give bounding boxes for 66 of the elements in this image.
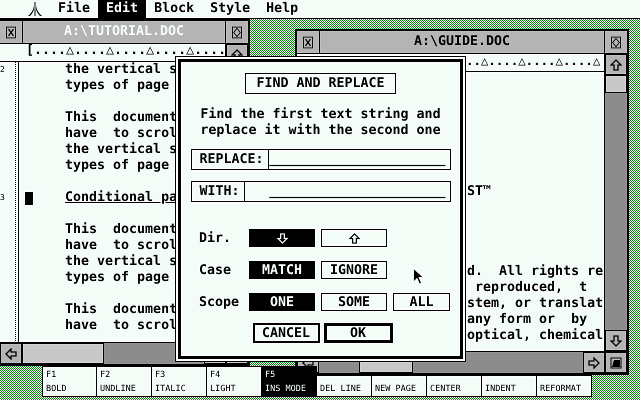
function-key[interactable]: NEW PAGE bbox=[372, 375, 427, 397]
option-button[interactable]: SOME bbox=[321, 293, 387, 311]
document-text: have to scrol bbox=[65, 126, 178, 142]
page-number: 2 bbox=[0, 65, 5, 74]
function-key[interactable]: INDENT bbox=[482, 375, 537, 397]
document-text: have to scrol bbox=[65, 318, 178, 334]
direction-button[interactable] bbox=[321, 229, 387, 247]
mouse-pointer-icon bbox=[413, 268, 424, 285]
vertical-scrollbar[interactable] bbox=[604, 54, 627, 351]
menu-item[interactable]: Help bbox=[258, 0, 306, 18]
document-text: This document bbox=[65, 222, 178, 238]
resize-handle-icon[interactable] bbox=[610, 356, 622, 368]
option-label: Dir. bbox=[199, 230, 232, 246]
option-label: Case bbox=[199, 262, 232, 278]
arrow-up-icon bbox=[348, 232, 360, 244]
document-text: any form or by bbox=[467, 312, 588, 328]
function-key[interactable]: CENTER bbox=[427, 375, 482, 397]
arrow-up-icon[interactable] bbox=[610, 58, 622, 70]
field-label: REPLACE: bbox=[190, 149, 269, 170]
arrow-right-icon[interactable] bbox=[588, 356, 600, 368]
option-button[interactable]: ALL bbox=[393, 293, 450, 311]
document-text: have to scrol bbox=[65, 238, 178, 254]
function-key[interactable]: REFORMAT bbox=[537, 375, 592, 397]
document-title: ST™ bbox=[467, 184, 492, 200]
document-text: This document bbox=[65, 110, 178, 126]
window-title[interactable]: A:\GUIDE.DOC bbox=[320, 31, 604, 53]
function-key[interactable]: DEL LINE bbox=[317, 375, 372, 397]
document-text: types of page bbox=[65, 78, 170, 94]
menu-item[interactable]: File bbox=[50, 0, 98, 18]
function-key[interactable]: F1 BOLD bbox=[42, 366, 97, 397]
fuller-box-icon[interactable] bbox=[611, 36, 621, 48]
document-text: types of page bbox=[65, 158, 170, 174]
document-text: d. All rights re bbox=[467, 264, 604, 280]
text-field[interactable]: ______________________ bbox=[244, 181, 450, 202]
arrow-down-icon[interactable] bbox=[610, 334, 622, 346]
option-button[interactable]: ONE bbox=[249, 293, 315, 311]
function-key[interactable]: F3 ITALIC bbox=[152, 366, 207, 397]
document-text: reproduced, t bbox=[474, 280, 588, 296]
scroll-thumb[interactable] bbox=[22, 343, 104, 364]
field-label: WITH: bbox=[190, 181, 245, 202]
dialog-message: Find the first text string and replace it with the second one bbox=[200, 107, 441, 139]
close-box-icon[interactable] bbox=[6, 26, 16, 38]
scroll-thumb[interactable] bbox=[605, 75, 627, 93]
document-text: This document bbox=[65, 302, 178, 318]
document-text: stem, or translat bbox=[467, 296, 604, 312]
function-key[interactable]: F5 INS MODE bbox=[262, 366, 317, 397]
option-label: Scope bbox=[199, 294, 240, 310]
fuller-box-icon[interactable] bbox=[232, 26, 242, 38]
document-text: optical, chemical bbox=[467, 328, 604, 344]
function-key[interactable]: F2 UNDLINE bbox=[97, 366, 152, 397]
dialog-button[interactable]: CANCEL bbox=[252, 323, 320, 343]
close-box-icon[interactable] bbox=[303, 36, 313, 48]
dialog-title: FIND AND REPLACE bbox=[245, 73, 396, 94]
menu-item[interactable]: Style bbox=[202, 0, 258, 18]
arrow-down-icon bbox=[276, 232, 288, 244]
menu-item[interactable]: Block bbox=[146, 0, 202, 18]
page-number: 3 bbox=[0, 193, 5, 202]
document-text: types of page bbox=[65, 270, 170, 286]
menu-item[interactable]: Edit bbox=[98, 0, 146, 18]
option-button[interactable]: IGNORE bbox=[321, 261, 387, 279]
text-field[interactable]: ______________________ bbox=[268, 149, 450, 170]
function-key[interactable]: F4 LIGHT bbox=[207, 366, 262, 397]
logo-icon[interactable] bbox=[28, 2, 42, 16]
option-button[interactable]: MATCH bbox=[249, 261, 315, 279]
direction-button[interactable] bbox=[249, 229, 315, 247]
dialog-button[interactable]: OK bbox=[324, 323, 392, 343]
